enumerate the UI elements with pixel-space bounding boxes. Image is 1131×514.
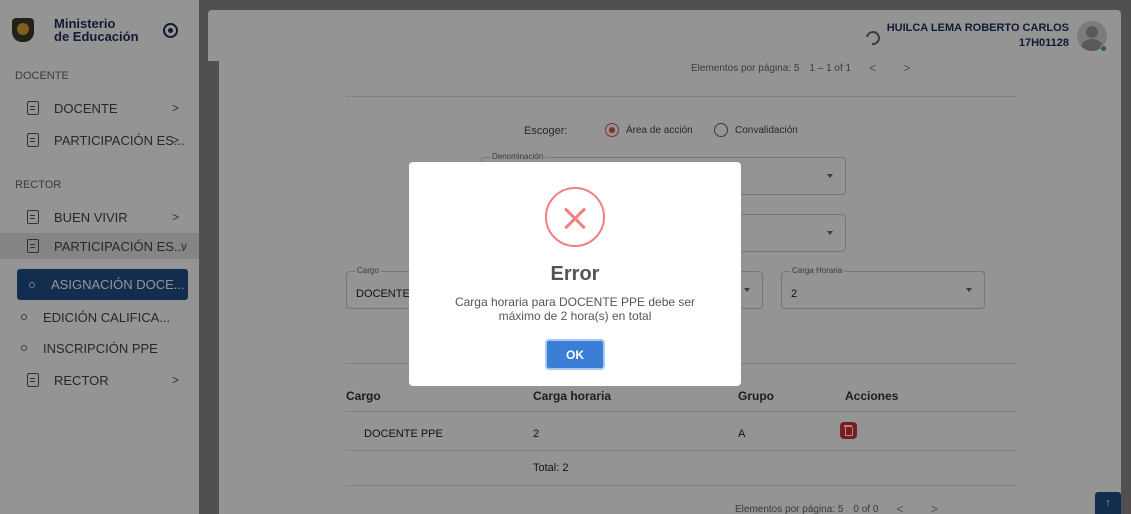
- cell-grupo: A: [738, 428, 746, 440]
- paginator-top: Elementos por página: 5 1 – 1 of 1 < >: [691, 61, 922, 75]
- radio-unchecked-icon: [714, 123, 728, 137]
- dialog-title: Error: [550, 263, 600, 285]
- brand: Ministerio de Educación: [0, 0, 199, 60]
- column-header-grupo: Grupo: [738, 389, 774, 403]
- total-label: Total: 2: [533, 462, 569, 474]
- divider: [346, 411, 1016, 412]
- sidebar-subitem-label: ASIGNACIÓN DOCE...: [51, 277, 185, 292]
- sidebar-item-participacion[interactable]: PARTICIPACIÓN ES... >: [0, 127, 199, 153]
- chevron-right-icon: >: [171, 133, 179, 147]
- cell-cargo: DOCENTE PPE: [364, 428, 443, 440]
- page-nav-arrows[interactable]: < >: [869, 61, 922, 75]
- chevron-down-icon: [966, 288, 972, 292]
- section-title-docente: DOCENTE: [15, 70, 69, 82]
- radio-convalidacion[interactable]: Convalidación: [714, 123, 798, 137]
- sidebar-item-docente[interactable]: DOCENTE >: [0, 95, 199, 121]
- scroll-to-top-button[interactable]: ↑: [1095, 492, 1121, 514]
- chevron-down-icon: v: [181, 239, 187, 253]
- carga-horaria-select[interactable]: Carga Horaria 2: [781, 266, 985, 309]
- sidebar-item-participacion-rector[interactable]: PARTICIPACIÓN ES... v: [0, 233, 199, 259]
- divider: [346, 450, 1016, 451]
- sidebar-item-label: BUEN VIVIR: [54, 209, 128, 225]
- radio-checked-icon: [605, 123, 619, 137]
- document-icon: [27, 133, 39, 147]
- chevron-right-icon: >: [171, 210, 179, 224]
- menu-toggle-icon[interactable]: [162, 22, 178, 38]
- sidebar-item-rector[interactable]: RECTOR >: [0, 367, 199, 393]
- divider: [346, 485, 1016, 486]
- field-value: 2: [791, 288, 798, 300]
- bullet-icon: [21, 345, 27, 351]
- page-range: 0 of 0: [853, 503, 879, 514]
- top-bar: HUILCA LEMA ROBERTO CARLOS 17H01128: [208, 10, 1121, 61]
- delete-icon[interactable]: [840, 422, 857, 439]
- items-per-page-label: Elementos por página: 5: [691, 62, 800, 74]
- sidebar-subitem-asignacion[interactable]: ASIGNACIÓN DOCE...: [17, 269, 188, 300]
- bullet-icon: [21, 314, 27, 320]
- sidebar-item-buen-vivir[interactable]: BUEN VIVIR >: [0, 204, 199, 230]
- divider: [346, 96, 1016, 97]
- cell-carga: 2: [533, 428, 540, 440]
- sidebar-subitem-label: EDICIÓN CALIFICA...: [43, 309, 171, 325]
- radio-area-accion[interactable]: Área de acción: [605, 123, 693, 137]
- online-status-badge: [1100, 45, 1107, 52]
- document-icon: [27, 373, 39, 387]
- sidebar-item-label: PARTICIPACIÓN ES...: [54, 238, 185, 254]
- chevron-down-icon: [827, 231, 833, 235]
- chevron-down-icon: [827, 174, 833, 178]
- paginator-bottom: Elementos por página: 5 0 of 0 < >: [735, 502, 950, 514]
- field-label: Carga Horaria: [790, 266, 845, 275]
- column-header-carga: Carga horaria: [533, 389, 612, 403]
- document-icon: [27, 239, 39, 253]
- user-name: HUILCA LEMA ROBERTO CARLOS: [886, 22, 1069, 34]
- sidebar-item-label: DOCENTE: [54, 100, 118, 116]
- document-icon: [27, 210, 39, 224]
- user-code: 17H01128: [1018, 37, 1069, 49]
- chevron-down-icon: [744, 288, 750, 292]
- choose-label: Escoger:: [524, 125, 568, 137]
- column-header-acciones: Acciones: [845, 389, 899, 403]
- brand-line2: de Educación: [54, 29, 139, 44]
- page-nav-arrows[interactable]: < >: [896, 502, 949, 514]
- field-label: Denominación: [490, 152, 546, 161]
- sidebar-item-label: RECTOR: [54, 372, 109, 388]
- sidebar-subitem-label: INSCRIPCIÓN PPE: [43, 340, 158, 356]
- section-title-rector: RECTOR: [15, 179, 62, 191]
- chevron-right-icon: >: [171, 373, 179, 387]
- sidebar: Ministerio de Educación DOCENTE DOCENTE …: [0, 0, 199, 514]
- brand-title: Ministerio de Educación: [54, 17, 139, 43]
- page-range: 1 – 1 of 1: [809, 62, 852, 74]
- sidebar-subitem-inscripcion[interactable]: INSCRIPCIÓN PPE: [0, 334, 199, 362]
- chevron-right-icon: >: [171, 101, 179, 115]
- bullet-icon: [29, 281, 35, 288]
- field-label: Cargo: [355, 266, 381, 275]
- ecuador-seal-logo: [12, 18, 34, 42]
- sidebar-item-label: PARTICIPACIÓN ES...: [54, 132, 185, 148]
- dialog-message: Carga horaria para DOCENTE PPE debe ser …: [454, 295, 696, 323]
- ok-button[interactable]: OK: [545, 339, 605, 370]
- radio-label: Área de acción: [626, 124, 693, 136]
- sidebar-subitem-edicion[interactable]: EDICIÓN CALIFICA...: [0, 303, 199, 331]
- items-per-page-label: Elementos por página: 5: [735, 503, 844, 514]
- error-x-icon: [545, 187, 605, 247]
- document-icon: [27, 101, 39, 115]
- error-dialog: Error Carga horaria para DOCENTE PPE deb…: [409, 162, 741, 386]
- column-header-cargo: Cargo: [346, 389, 381, 403]
- radio-label: Convalidación: [735, 124, 798, 136]
- dark-mode-icon[interactable]: [863, 28, 883, 48]
